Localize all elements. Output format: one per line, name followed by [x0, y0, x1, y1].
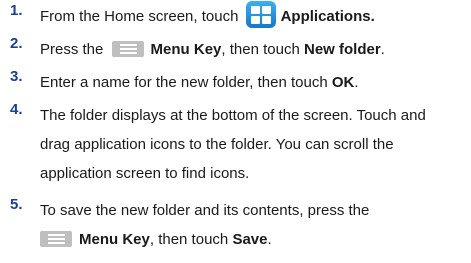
step-text-line: The folder displays at the bottom of the… [40, 107, 426, 124]
step-text-line: To save the new folder and its contents,… [40, 202, 370, 219]
step-text-pre: From the Home screen, touch [40, 8, 239, 25]
ok-label: OK [331, 74, 355, 91]
step-text-line: application screen to find icons. [40, 165, 250, 182]
step-text-line: drag application icons to the folder. Yo… [40, 136, 394, 153]
save-label: Save [232, 231, 268, 248]
applications-grid-icon [245, 0, 276, 28]
step-text: Enter a name for the new folder, then to… [40, 68, 471, 97]
step-number: 2. [10, 35, 23, 52]
step-number: 3. [10, 68, 23, 85]
step-text-mid: , then touch [149, 231, 229, 248]
step-text: The folder displays at the bottom of the… [40, 101, 471, 188]
new-folder-label: New folder [303, 41, 381, 58]
step-text-pre: Enter a name for the new folder, then to… [40, 74, 328, 91]
step-text-mid: , then touch [221, 41, 300, 58]
step-2: 2. Press the Menu Key, then touch New fo… [0, 35, 471, 64]
applications-label: Applications. [280, 8, 375, 25]
step-number: 5. [10, 196, 23, 213]
step-5: 5. To save the new folder and its conten… [0, 196, 471, 254]
step-text-post: . [380, 41, 385, 58]
step-4: 4. The folder displays at the bottom of … [0, 101, 471, 188]
menu-key-icon [111, 40, 144, 57]
step-3: 3. Enter a name for the new folder, then… [0, 68, 471, 97]
step-text-post: . [267, 231, 272, 248]
step-text: Press the Menu Key, then touch New folde… [40, 35, 471, 64]
menu-key-label: Menu Key [79, 231, 150, 248]
step-text: From the Home screen, touch Applications… [40, 0, 471, 31]
instruction-steps: 1. From the Home screen, touch Applicati… [0, 0, 471, 263]
menu-key-icon [40, 230, 72, 247]
step-number: 1. [10, 2, 23, 19]
step-1: 1. From the Home screen, touch Applicati… [0, 0, 471, 31]
step-text: To save the new folder and its contents,… [40, 196, 471, 254]
step-text-post: . [354, 74, 359, 91]
menu-key-label: Menu Key [150, 41, 222, 58]
step-number: 4. [10, 101, 23, 118]
step-text-pre: Press the [40, 41, 104, 58]
